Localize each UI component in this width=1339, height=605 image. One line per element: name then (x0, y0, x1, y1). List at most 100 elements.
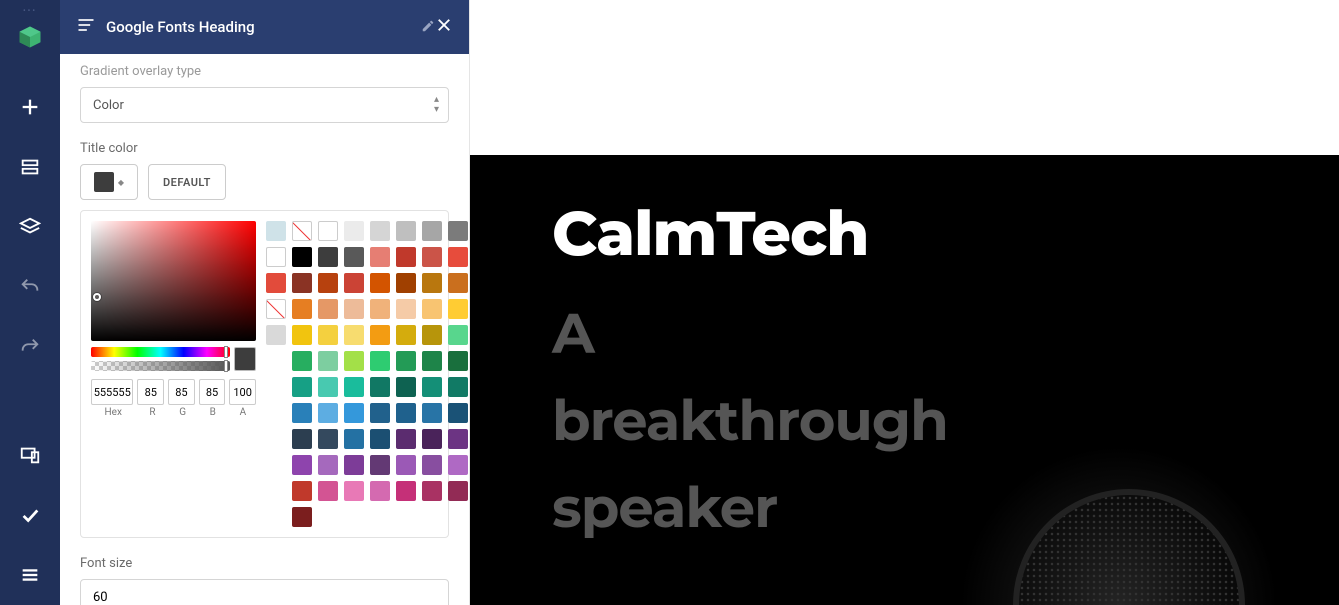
palette-swatch[interactable] (344, 455, 364, 475)
palette-swatch[interactable] (318, 377, 338, 397)
palette-swatch[interactable] (396, 403, 416, 423)
palette-swatch[interactable] (448, 351, 468, 371)
palette-swatch[interactable] (396, 273, 416, 293)
palette-swatch[interactable] (396, 247, 416, 267)
palette-swatch[interactable] (422, 299, 442, 319)
palette-swatch[interactable] (292, 481, 312, 501)
palette-swatch[interactable] (448, 325, 468, 345)
palette-swatch[interactable] (318, 221, 338, 241)
palette-swatch[interactable] (292, 377, 312, 397)
palette-swatch[interactable] (266, 221, 286, 241)
palette-swatch[interactable] (448, 221, 468, 241)
palette-swatch-none[interactable] (292, 221, 312, 241)
palette-swatch[interactable] (422, 429, 442, 449)
palette-swatch[interactable] (448, 429, 468, 449)
palette-swatch[interactable] (292, 299, 312, 319)
palette-swatch[interactable] (344, 481, 364, 501)
gradient-select[interactable] (80, 87, 449, 123)
palette-swatch[interactable] (422, 273, 442, 293)
palette-swatch[interactable] (370, 247, 390, 267)
palette-swatch[interactable] (396, 455, 416, 475)
palette-swatch[interactable] (292, 273, 312, 293)
palette-swatch[interactable] (448, 299, 468, 319)
palette-swatch[interactable] (370, 299, 390, 319)
palette-swatch[interactable] (318, 403, 338, 423)
palette-swatch[interactable] (318, 455, 338, 475)
palette-swatch[interactable] (422, 221, 442, 241)
palette-swatch[interactable] (344, 377, 364, 397)
palette-swatch[interactable] (396, 299, 416, 319)
palette-swatch[interactable] (318, 273, 338, 293)
b-input[interactable] (199, 379, 226, 405)
palette-swatch[interactable] (370, 429, 390, 449)
saturation-value-pane[interactable] (91, 221, 256, 341)
palette-swatch[interactable] (318, 481, 338, 501)
font-size-input[interactable] (80, 579, 449, 605)
palette-swatch[interactable] (318, 247, 338, 267)
g-input[interactable] (168, 379, 195, 405)
palette-swatch[interactable] (370, 377, 390, 397)
add-icon[interactable] (0, 77, 60, 137)
devices-icon[interactable] (0, 425, 60, 485)
alpha-slider[interactable] (91, 361, 230, 371)
palette-swatch[interactable] (422, 247, 442, 267)
palette-swatch[interactable] (448, 481, 468, 501)
palette-swatch[interactable] (292, 247, 312, 267)
redo-icon[interactable] (0, 317, 60, 377)
palette-swatch[interactable] (396, 221, 416, 241)
template-icon[interactable] (0, 137, 60, 197)
palette-swatch[interactable] (266, 325, 286, 345)
palette-swatch[interactable] (292, 403, 312, 423)
hue-slider[interactable] (91, 347, 230, 357)
palette-swatch[interactable] (448, 455, 468, 475)
color-swatch-toggle[interactable]: ◆ (80, 164, 138, 200)
palette-swatch[interactable] (422, 481, 442, 501)
palette-swatch[interactable] (396, 351, 416, 371)
palette-swatch[interactable] (370, 273, 390, 293)
palette-swatch[interactable] (422, 325, 442, 345)
palette-swatch[interactable] (422, 455, 442, 475)
default-button[interactable]: DEFAULT (148, 164, 226, 200)
palette-swatch[interactable] (318, 325, 338, 345)
palette-swatch[interactable] (318, 429, 338, 449)
palette-swatch[interactable] (448, 247, 468, 267)
palette-swatch[interactable] (344, 221, 364, 241)
palette-swatch[interactable] (318, 299, 338, 319)
palette-swatch[interactable] (344, 429, 364, 449)
palette-swatch-none[interactable] (266, 299, 286, 319)
palette-swatch[interactable] (370, 325, 390, 345)
palette-swatch[interactable] (292, 429, 312, 449)
a-input[interactable] (229, 379, 256, 405)
palette-swatch[interactable] (370, 403, 390, 423)
undo-icon[interactable] (0, 257, 60, 317)
palette-swatch[interactable] (422, 403, 442, 423)
palette-swatch[interactable] (344, 325, 364, 345)
layers-icon[interactable] (0, 197, 60, 257)
palette-swatch[interactable] (292, 351, 312, 371)
palette-swatch[interactable] (344, 351, 364, 371)
palette-swatch[interactable] (292, 455, 312, 475)
palette-swatch[interactable] (422, 351, 442, 371)
palette-swatch[interactable] (370, 481, 390, 501)
palette-swatch[interactable] (448, 377, 468, 397)
palette-swatch[interactable] (396, 481, 416, 501)
palette-swatch[interactable] (344, 299, 364, 319)
palette-swatch[interactable] (344, 273, 364, 293)
palette-swatch[interactable] (396, 429, 416, 449)
palette-swatch[interactable] (344, 247, 364, 267)
palette-swatch[interactable] (318, 351, 338, 371)
palette-swatch[interactable] (396, 377, 416, 397)
palette-swatch[interactable] (266, 273, 286, 293)
menu-icon[interactable] (0, 545, 60, 605)
palette-swatch[interactable] (292, 507, 312, 527)
palette-swatch[interactable] (448, 403, 468, 423)
palette-swatch[interactable] (448, 273, 468, 293)
palette-swatch[interactable] (370, 351, 390, 371)
palette-swatch[interactable] (370, 455, 390, 475)
palette-swatch[interactable] (344, 403, 364, 423)
palette-swatch[interactable] (292, 325, 312, 345)
check-icon[interactable] (0, 485, 60, 545)
palette-swatch[interactable] (266, 247, 286, 267)
pencil-icon[interactable] (421, 18, 435, 37)
palette-swatch[interactable] (422, 377, 442, 397)
